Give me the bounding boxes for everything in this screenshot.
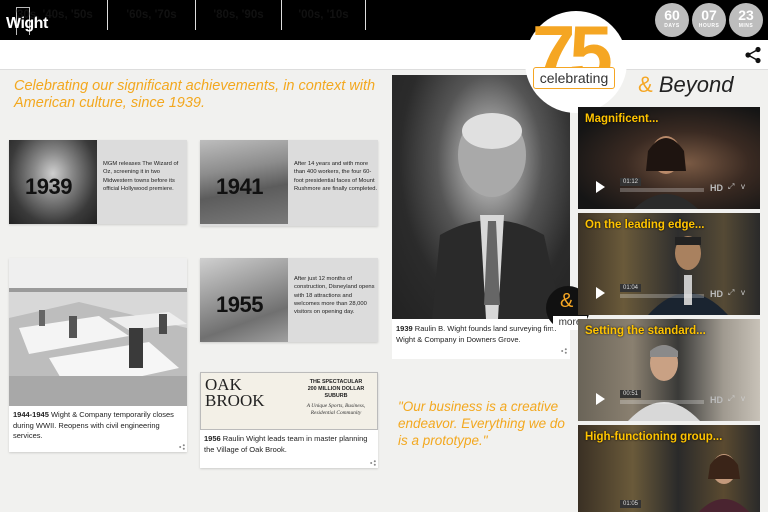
sign-tagline-line3: SUBURB (324, 393, 348, 399)
timeline-card-1956[interactable]: OAK BROOK THE SPECTACULAR 200 MILLION DO… (200, 372, 378, 468)
play-icon[interactable] (596, 287, 605, 299)
video-player-3[interactable]: Setting the standard... 00:51 HD ⤢ v (578, 319, 760, 421)
card-year: 1956 (204, 434, 221, 443)
timeline-card-1944-1945[interactable]: 1944-1945 Wight & Company temporarily cl… (9, 258, 187, 452)
card-year: 1955 (216, 292, 263, 317)
speaker-figure (698, 454, 750, 512)
video-progress-track[interactable] (620, 188, 704, 192)
video-time: 01:04 (620, 284, 642, 292)
vimeo-icon[interactable]: v (741, 395, 749, 403)
sign-title: OAK BROOK (205, 376, 265, 410)
play-icon[interactable] (596, 181, 605, 193)
card-share-icon[interactable] (561, 348, 567, 354)
hd-badge[interactable]: HD (710, 183, 723, 193)
video-player-4[interactable]: High-functioning group... 01:05 (578, 425, 760, 512)
video-title: Setting the standard... (585, 325, 706, 337)
card-description: After just 12 months of construction, Di… (294, 276, 375, 316)
video-time: 01:12 (620, 178, 642, 186)
card-share-icon[interactable] (179, 444, 185, 450)
decade-nav (0, 40, 768, 70)
card-year: 1939 (25, 174, 72, 199)
timeline-card-1955[interactable]: 1955 After just 12 months of constructio… (200, 258, 378, 342)
and-beyond-heading: & Beyond (638, 72, 733, 98)
fullscreen-icon[interactable]: ⤢ (728, 183, 736, 191)
speaker-figure (648, 236, 728, 315)
countdown-mins: 23 MINS (729, 3, 763, 37)
drafting-room-photo (9, 258, 187, 406)
sign-title-line2: BROOK (205, 391, 265, 410)
portrait-caption: 1939 Raulin B. Wight founds land surveyi… (392, 319, 570, 359)
intro-tagline: Celebrating our significant achievements… (14, 78, 376, 111)
badge-word: celebrating (533, 67, 615, 89)
timeline-card-1941[interactable]: 1941 After 14 years and with more than 4… (200, 140, 378, 226)
ampersand: & (638, 72, 653, 97)
timeline-card-1939[interactable]: 1939 MGM releases The Wizard of Oz, scre… (9, 140, 187, 224)
countdown-mins-unit: MINS (738, 23, 754, 29)
founder-portrait-photo[interactable] (392, 75, 570, 319)
card-description: Raulin Wight leads team in master planni… (204, 434, 368, 454)
nav-item-60s-70s[interactable]: '60s, '70s (108, 0, 196, 30)
sign-subtitle: A Unique Sports, Business, Residential C… (306, 403, 366, 416)
card-caption: 1956 Raulin Wight leads team in master p… (204, 434, 374, 455)
beyond-text: Beyond (658, 72, 734, 97)
nav-item-80s-90s[interactable]: '80s, '90s (196, 0, 282, 30)
nav-item-00s-10s[interactable]: '00s, '10s (282, 0, 366, 30)
sign-tagline-line2: 200 MILLION DOLLAR (307, 386, 365, 392)
video-time: 00:51 (620, 390, 642, 398)
countdown-days-value: 60 (664, 7, 680, 23)
speaker-figure (634, 136, 698, 209)
share-icon[interactable] (744, 46, 762, 64)
video-title: Magnificent... (585, 113, 659, 125)
more-ampersand: & (560, 290, 574, 312)
video-progress-track[interactable] (620, 294, 704, 298)
vimeo-icon[interactable]: v (741, 183, 749, 191)
vimeo-icon[interactable]: v (741, 289, 749, 297)
countdown-hours-unit: HOURS (698, 23, 720, 29)
video-player-2[interactable]: On the leading edge... 01:04 HD ⤢ v (578, 213, 760, 315)
card-year: 1939 (396, 324, 413, 333)
sign-tagline: THE SPECTACULAR 200 MILLION DOLLAR SUBUR… (297, 379, 375, 400)
nav-item-30s-40s-50s[interactable]: '30s, '40s, '50s (0, 0, 108, 30)
sign-tagline-line1: THE SPECTACULAR (309, 379, 363, 385)
fullscreen-icon[interactable]: ⤢ (728, 395, 736, 403)
video-player-1[interactable]: Magnificent... 01:12 HD ⤢ v (578, 107, 760, 209)
card-year: 1944-1945 (13, 410, 49, 419)
card-description: MGM releases The Wizard of Oz, screening… (103, 161, 179, 192)
countdown-days-unit: DAYS (664, 23, 680, 29)
countdown-hours-value: 07 (701, 7, 717, 23)
countdown-mins-value: 23 (738, 7, 754, 23)
video-time: 01:05 (620, 500, 642, 508)
card-description: After 14 years and with more than 400 wo… (294, 161, 378, 192)
hd-badge[interactable]: HD (710, 395, 723, 405)
countdown-days: 60 DAYS (655, 3, 689, 37)
speaker-figure (628, 345, 700, 421)
card-caption: 1944-1945 Wight & Company temporarily cl… (13, 410, 183, 442)
hd-badge[interactable]: HD (710, 289, 723, 299)
play-icon[interactable] (596, 393, 605, 405)
countdown-hours: 07 HOURS (692, 3, 726, 37)
oak-brook-sign-image: OAK BROOK THE SPECTACULAR 200 MILLION DO… (200, 372, 378, 430)
video-title: High-functioning group... (585, 431, 723, 443)
founder-portrait-figure (432, 113, 562, 319)
company-quote: "Our business is a creative endeavor. Ev… (398, 399, 565, 448)
card-description: Raulin B. Wight founds land surveying fi… (396, 324, 557, 344)
video-progress-track[interactable] (620, 400, 704, 404)
video-title: On the leading edge... (585, 219, 705, 231)
card-year: 1941 (216, 174, 263, 199)
fullscreen-icon[interactable]: ⤢ (728, 289, 736, 297)
card-share-icon[interactable] (370, 460, 376, 466)
